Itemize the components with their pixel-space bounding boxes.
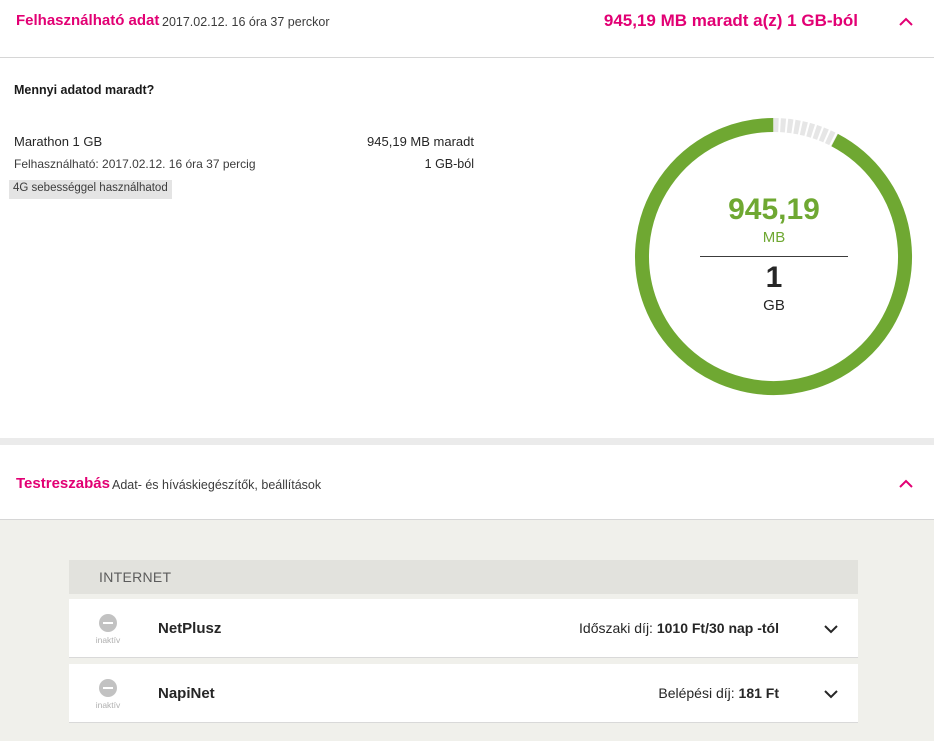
total-value: 1	[765, 261, 783, 294]
data-usage-timestamp: 2017.02.12. 16 óra 37 perckor	[162, 15, 330, 29]
gauge-divider	[700, 256, 848, 257]
fee-value: 1010 Ft/30 nap -tól	[656, 620, 779, 636]
data-usage-summary: 945,19 MB maradt a(z) 1 GB-ból	[603, 11, 858, 30]
used-arc	[773, 118, 838, 147]
data-usage-section: Felhasználható adat 2017.02.12. 16 óra 3…	[0, 0, 934, 445]
category-header-internet: INTERNET	[69, 560, 858, 594]
section-separator	[0, 438, 934, 445]
category-label: INTERNET	[99, 569, 172, 585]
service-row-netplusz[interactable]: inaktív NetPlusz Időszaki díj: 1010 Ft/3…	[69, 599, 858, 658]
speed-badge: 4G sebességgel használhatod	[9, 180, 172, 199]
service-status: inaktív	[95, 635, 121, 645]
service-fee: Belépési díj: 181 Ft	[658, 685, 779, 701]
chevron-down-icon[interactable]	[823, 624, 839, 634]
fee-label: Időszaki díj:	[579, 620, 653, 636]
data-usage-header[interactable]: Felhasználható adat 2017.02.12. 16 óra 3…	[0, 0, 934, 58]
plan-name: Marathon 1 GB	[14, 134, 103, 149]
customization-title: Testreszabás	[16, 475, 110, 492]
total-unit: GB	[763, 297, 785, 314]
customization-subtitle: Adat- és híváskiegészítők, beállítások	[112, 478, 322, 492]
service-fee: Időszaki díj: 1010 Ft/30 nap -tól	[579, 620, 779, 636]
chevron-up-icon[interactable]	[895, 477, 917, 491]
service-status: inaktív	[95, 700, 121, 710]
fee-value: 181 Ft	[738, 685, 779, 701]
service-name: NetPlusz	[158, 620, 222, 637]
inactive-status-icon	[99, 679, 117, 697]
plan-total: 1 GB-ból	[424, 157, 474, 171]
plan-validity: Felhasználható: 2017.02.12. 16 óra 37 pe…	[14, 157, 256, 171]
inactive-status-icon	[99, 614, 117, 632]
remaining-question: Mennyi adatod maradt?	[14, 83, 155, 97]
chevron-up-icon[interactable]	[895, 15, 917, 29]
service-name: NapiNet	[158, 685, 215, 702]
remaining-value: 945,19	[728, 193, 820, 226]
plan-remaining: 945,19 MB maradt	[367, 134, 474, 149]
data-usage-title: Felhasználható adat	[16, 12, 160, 29]
customization-header[interactable]: Testreszabás Adat- és híváskiegészítők, …	[0, 445, 934, 520]
service-row-napinet[interactable]: inaktív NapiNet Belépési díj: 181 Ft	[69, 664, 858, 723]
fee-label: Belépési díj:	[658, 685, 735, 701]
chevron-down-icon[interactable]	[823, 689, 839, 699]
remaining-unit: MB	[762, 229, 786, 246]
